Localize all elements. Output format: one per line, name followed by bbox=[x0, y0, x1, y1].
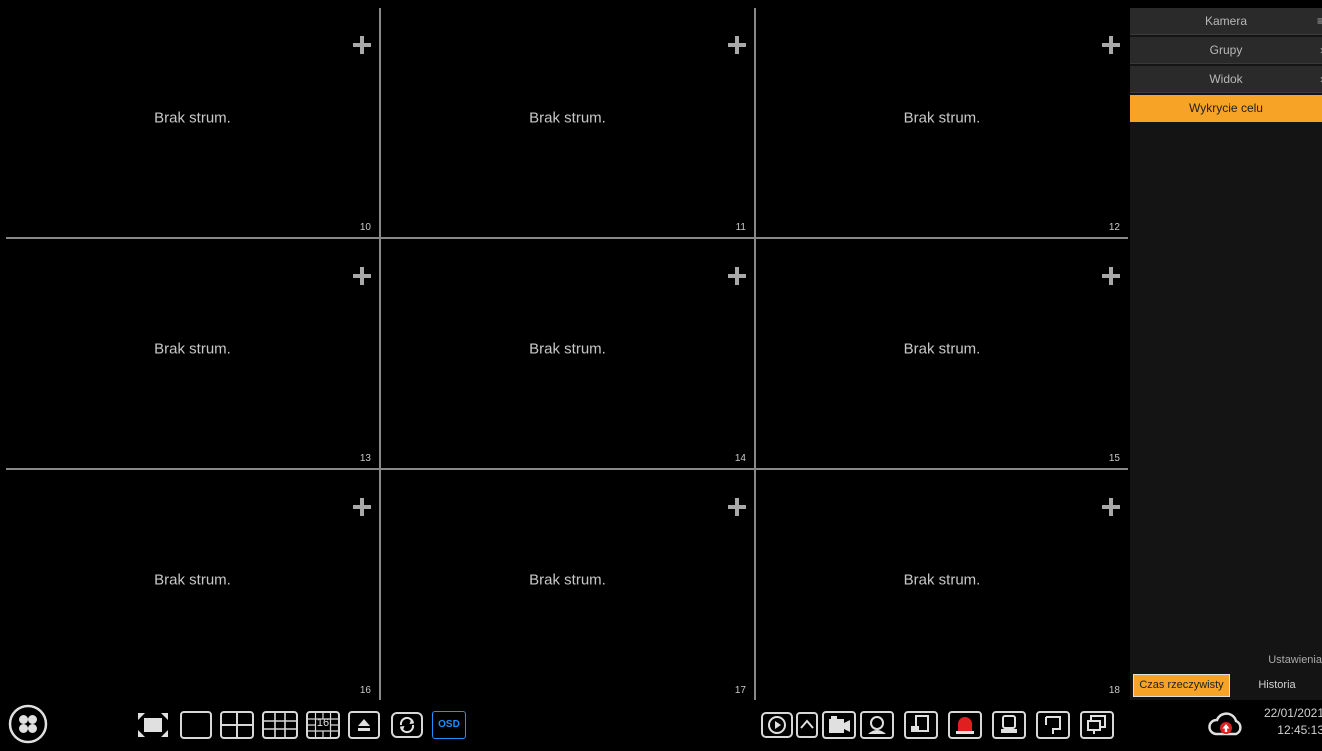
clock: 22/01/2021 12:45:13 bbox=[1248, 705, 1322, 739]
section-widok[interactable]: Widok › bbox=[1130, 66, 1322, 93]
section-grupy[interactable]: Grupy › bbox=[1130, 37, 1322, 64]
channel-number: 15 bbox=[1108, 453, 1120, 464]
section-wykrycie-celu[interactable]: Wykrycie celu bbox=[1130, 95, 1322, 122]
channel-number: 14 bbox=[734, 453, 746, 464]
section-widok-label: Widok bbox=[1209, 72, 1243, 86]
section-kamera-label: Kamera bbox=[1204, 14, 1248, 28]
add-camera-icon[interactable] bbox=[728, 498, 746, 516]
start-menu-icon[interactable] bbox=[8, 704, 48, 744]
channel-number: 17 bbox=[734, 685, 746, 696]
add-camera-icon[interactable] bbox=[728, 267, 746, 285]
camera-tile[interactable]: Brak strum. 14 bbox=[381, 239, 754, 468]
section-grupy-label: Grupy bbox=[1209, 43, 1243, 57]
tab-history[interactable]: Historia bbox=[1238, 674, 1316, 697]
camera-tile[interactable]: Brak strum. 12 bbox=[756, 8, 1128, 237]
settings-link[interactable]: Ustawienia bbox=[1268, 654, 1322, 666]
camera-tile[interactable]: Brak strum. 11 bbox=[381, 8, 754, 237]
expand-up-icon[interactable] bbox=[796, 711, 818, 739]
bottom-toolbar: 16 OSD 22/01/2021 12:45:13 bbox=[0, 700, 1322, 751]
channel-number: 12 bbox=[1108, 222, 1120, 233]
add-camera-icon[interactable] bbox=[1102, 267, 1120, 285]
layout-4-icon[interactable] bbox=[220, 711, 254, 739]
camera-tile[interactable]: Brak strum. 17 bbox=[381, 470, 754, 700]
no-stream-label: Brak strum. bbox=[154, 571, 231, 589]
camera-tile[interactable]: Brak strum. 15 bbox=[756, 239, 1128, 468]
clock-date: 22/01/2021 bbox=[1263, 706, 1322, 720]
cloud-upload-icon[interactable] bbox=[1208, 710, 1244, 740]
right-panel: Kamera ≡ Grupy › Widok › Wykrycie celu U… bbox=[1130, 8, 1322, 700]
add-camera-icon[interactable] bbox=[353, 498, 371, 516]
layout-16-label: 16 bbox=[316, 717, 330, 729]
sequence-icon[interactable] bbox=[390, 711, 424, 739]
clock-time: 12:45:13 bbox=[1277, 723, 1322, 737]
no-stream-label: Brak strum. bbox=[903, 109, 981, 126]
no-stream-label: Brak strum. bbox=[903, 340, 981, 357]
channel-number: 10 bbox=[359, 222, 371, 233]
layout-1-icon[interactable] bbox=[180, 711, 212, 739]
playback-icon[interactable] bbox=[760, 711, 794, 739]
no-stream-label: Brak strum. bbox=[529, 571, 606, 589]
camera-tile[interactable]: Brak strum. 18 bbox=[756, 470, 1128, 700]
add-camera-icon[interactable] bbox=[728, 36, 746, 54]
osd-button[interactable]: OSD bbox=[432, 711, 466, 739]
no-stream-label: Brak strum. bbox=[154, 340, 231, 357]
add-camera-icon[interactable] bbox=[353, 267, 371, 285]
layout-9-icon[interactable] bbox=[262, 711, 298, 739]
channel-number: 11 bbox=[735, 222, 746, 233]
camera-tile[interactable]: Brak strum. 16 bbox=[6, 470, 379, 700]
channel-number: 16 bbox=[359, 685, 371, 696]
layout-16-icon[interactable]: 16 bbox=[306, 711, 340, 739]
output-icon[interactable] bbox=[1036, 711, 1070, 739]
no-stream-label: Brak strum. bbox=[903, 571, 981, 589]
tab-live[interactable]: Czas rzeczywisty bbox=[1133, 674, 1230, 697]
camera-tile[interactable]: Brak strum. 10 bbox=[6, 8, 379, 237]
camera-tile[interactable]: Brak strum. 13 bbox=[6, 239, 379, 468]
section-kamera[interactable]: Kamera ≡ bbox=[1130, 8, 1322, 35]
snapshot-icon[interactable] bbox=[904, 711, 938, 739]
person-icon[interactable] bbox=[992, 711, 1026, 739]
no-stream-label: Brak strum. bbox=[154, 109, 231, 126]
list-icon: ≡ bbox=[1316, 14, 1322, 28]
channel-number: 13 bbox=[359, 453, 371, 464]
face-icon[interactable] bbox=[860, 711, 894, 739]
record-icon[interactable] bbox=[822, 711, 856, 739]
no-stream-label: Brak strum. bbox=[529, 340, 606, 357]
fullscreen-icon[interactable] bbox=[136, 711, 170, 739]
add-camera-icon[interactable] bbox=[1102, 498, 1120, 516]
display-icon[interactable] bbox=[1080, 711, 1114, 739]
camera-grid: Brak strum. 10 Brak strum. 11 Brak strum. 12 B… bbox=[6, 8, 1128, 700]
osd-label: OSD bbox=[438, 719, 460, 730]
add-camera-icon[interactable] bbox=[1102, 36, 1120, 54]
add-camera-icon[interactable] bbox=[353, 36, 371, 54]
no-stream-label: Brak strum. bbox=[529, 109, 606, 126]
layout-custom-icon[interactable] bbox=[348, 711, 380, 739]
channel-number: 18 bbox=[1108, 685, 1120, 696]
alarm-icon[interactable] bbox=[948, 711, 982, 739]
